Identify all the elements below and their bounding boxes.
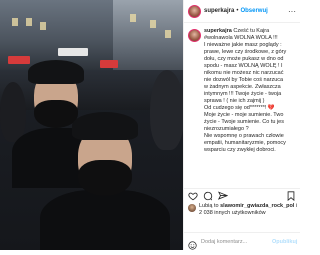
- photo-window: [150, 20, 156, 28]
- header-username[interactable]: superkajra: [204, 8, 234, 14]
- photo-window: [165, 30, 171, 38]
- avatar[interactable]: [188, 4, 201, 18]
- photo-window: [26, 18, 32, 26]
- photo-sign: [8, 56, 30, 64]
- caption-line: życie - Twoje sumienie. Co tu jes: [204, 119, 284, 125]
- photo-window: [12, 18, 18, 26]
- caption-line: empatii, humanitaryzmie, pomocy: [204, 140, 286, 146]
- caption-line: w żadnym aspekcie. Zwłaszcza: [204, 84, 281, 90]
- caption-avatar[interactable]: [188, 29, 201, 42]
- caption-line: prawe, lewe czy środkowe, z góry: [204, 49, 287, 55]
- caption-line: Od cudzego się od*******! 💔: [204, 105, 275, 111]
- action-bar: [184, 188, 300, 202]
- caption-line: spodu - masz WOLNĄ WOLĘ ! I: [204, 63, 283, 69]
- heart-icon[interactable]: [188, 191, 198, 201]
- caption-username[interactable]: superkajra: [204, 28, 232, 34]
- photo-sign: [100, 60, 118, 68]
- caption-line: Cześć tu Kajra: [233, 28, 270, 34]
- caption-line: Nie wspomnę o prawach człowie: [204, 133, 284, 139]
- emoji-icon[interactable]: [188, 237, 197, 250]
- post-photo[interactable]: [0, 0, 183, 250]
- photo-window: [40, 22, 46, 30]
- header-separator: •: [236, 8, 239, 14]
- bookmark-icon[interactable]: [286, 190, 296, 201]
- caption-line: sprawa ! ( nie ich zajmij ): [204, 98, 265, 104]
- likes-summary: Lubią to slawomir_gwiazda_rock_pol i 2 0…: [188, 203, 298, 217]
- caption-line: dołu, czy może pukasz w dno od: [204, 56, 284, 62]
- caption-line: Moje życie - moje sumienie. Two: [204, 112, 284, 118]
- comment-input[interactable]: [201, 238, 272, 245]
- follow-button[interactable]: Obserwuj: [240, 8, 267, 14]
- comment-bar: Opublikuj: [184, 232, 300, 250]
- photo-person-top-cap: [28, 60, 84, 84]
- post-header: superkajra • Obserwuj ···: [184, 0, 300, 23]
- photo-person-bottom-jacket: [40, 190, 170, 250]
- caption-line: nie dozwól by Tobie coś narzuca: [204, 77, 284, 83]
- caption-body: Cześć tu Kajra #wolnawola WOLNA WOLA !!! I…: [204, 28, 286, 153]
- photo-sign: [58, 48, 88, 56]
- photo-person-bottom-mask: [78, 160, 132, 196]
- photo-person-bottom-cap: [72, 112, 138, 140]
- caption-line: I nieważne jakie masz poglądy :: [204, 42, 282, 48]
- likes-text: Lubią to slawomir_gwiazda_rock_pol i 2 0…: [199, 203, 298, 217]
- more-options-icon[interactable]: ···: [288, 7, 296, 16]
- likes-prefix: Lubią to: [199, 203, 221, 209]
- post-side-panel: superkajra • Obserwuj ··· superkajra Cze…: [183, 0, 300, 250]
- publish-button[interactable]: Opublikuj: [272, 239, 297, 245]
- photo-person: [0, 82, 26, 142]
- caption-line: intymnym !!! Twoje życie - twoja: [204, 91, 282, 97]
- caption-line: #wolnawola WOLNA WOLA !!!: [204, 35, 278, 41]
- photo-window: [130, 14, 136, 22]
- caption-text: superkajra Cześć tu Kajra #wolnawola WOLN…: [204, 28, 286, 154]
- liker-avatar[interactable]: [188, 204, 196, 212]
- caption-line: niezrozumiałego ?: [204, 126, 249, 132]
- paper-plane-icon[interactable]: [218, 190, 228, 201]
- photo-person: [150, 70, 183, 150]
- caption-row: superkajra Cześć tu Kajra #wolnawola WOLN…: [184, 24, 300, 154]
- caption-line: wsparciu czy zwykłej dobroci.: [204, 147, 276, 153]
- instagram-post: superkajra • Obserwuj ··· superkajra Cze…: [0, 0, 300, 250]
- caption-scroll-area[interactable]: superkajra Cześć tu Kajra #wolnawola WOLN…: [184, 24, 300, 184]
- caption-line: nikomu nie możesz nic narzucać: [204, 70, 284, 76]
- comment-icon[interactable]: [203, 191, 213, 201]
- liker-username[interactable]: slawomir_gwiazda_rock_pol: [220, 203, 294, 209]
